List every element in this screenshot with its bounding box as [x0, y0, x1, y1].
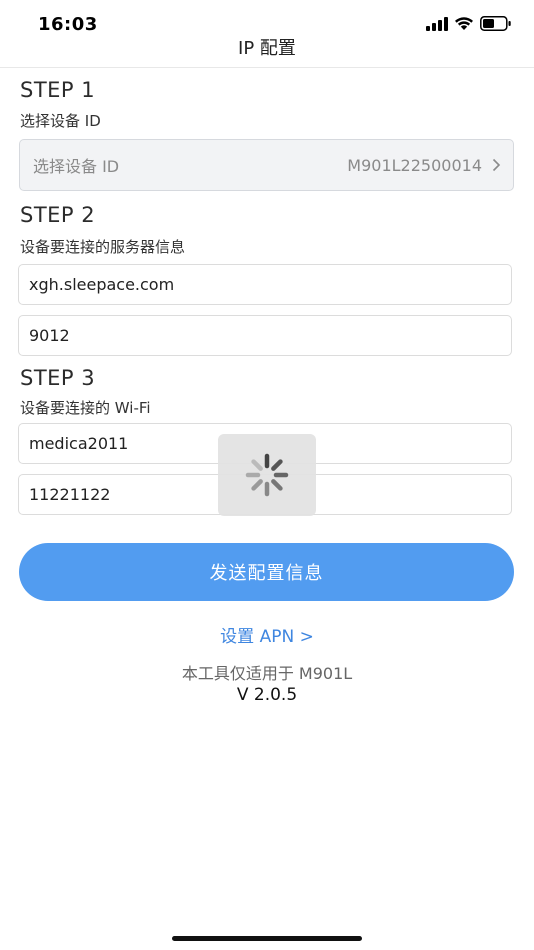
step2-description: 设备要连接的服务器信息 — [20, 238, 186, 256]
version-label: V 2.0.5 — [236, 685, 298, 705]
step1-heading: STEP 1 — [20, 78, 96, 102]
page-title: IP 配置 — [238, 38, 296, 59]
wifi-name-value: medica2011 — [29, 434, 129, 453]
nav-divider — [0, 67, 534, 68]
status-icons — [426, 16, 512, 31]
signal-icon — [426, 16, 448, 31]
step1-description: 选择设备 ID — [20, 112, 101, 130]
loading-spinner-icon — [245, 453, 289, 497]
device-id-select-value-group: M901L22500014 — [347, 156, 501, 175]
step2-heading: STEP 2 — [20, 203, 96, 227]
send-config-button[interactable]: 发送配置信息 — [19, 543, 514, 601]
device-id-select[interactable]: 选择设备 ID M901L22500014 — [19, 139, 514, 191]
wifi-password-value: 11221122 — [29, 485, 111, 504]
server-port-value: 9012 — [29, 326, 70, 345]
device-id-value: M901L22500014 — [347, 155, 482, 175]
loading-overlay — [218, 434, 316, 516]
wifi-icon — [455, 17, 473, 30]
server-address-value: xgh.sleepace.com — [29, 275, 175, 294]
step3-description: 设备要连接的 Wi-Fi — [20, 399, 151, 417]
chevron-right-icon — [492, 158, 501, 172]
set-apn-link[interactable]: 设置 APN > — [0, 622, 534, 647]
status-time: 16:03 — [38, 14, 98, 35]
battery-icon — [480, 16, 511, 31]
home-indicator — [172, 936, 362, 941]
server-address-input[interactable]: xgh.sleepace.com — [18, 264, 512, 305]
compatibility-note: 本工具仅适用于 M901L — [181, 664, 353, 683]
device-id-select-label: 选择设备 ID — [33, 157, 120, 176]
step3-heading: STEP 3 — [20, 366, 96, 390]
server-port-input[interactable]: 9012 — [18, 315, 512, 356]
